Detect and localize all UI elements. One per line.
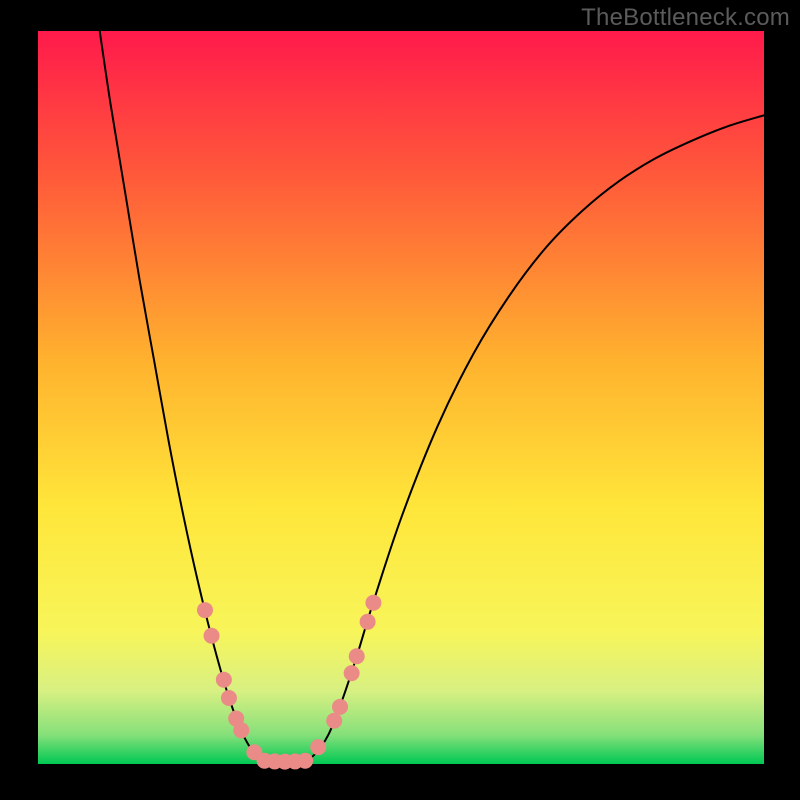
bottleneck-chart xyxy=(0,0,800,800)
marker-left xyxy=(221,690,237,706)
gradient-background xyxy=(38,31,764,764)
marker-floor xyxy=(297,753,313,769)
marker-left xyxy=(204,628,220,644)
marker-left xyxy=(216,672,232,688)
marker-right xyxy=(360,614,376,630)
chart-frame: TheBottleneck.com xyxy=(0,0,800,800)
marker-right xyxy=(310,739,326,755)
marker-left xyxy=(233,722,249,738)
marker-right xyxy=(326,713,342,729)
marker-left xyxy=(197,602,213,618)
marker-right xyxy=(332,699,348,715)
marker-right xyxy=(349,648,365,664)
marker-right xyxy=(344,665,360,681)
marker-right xyxy=(365,595,381,611)
